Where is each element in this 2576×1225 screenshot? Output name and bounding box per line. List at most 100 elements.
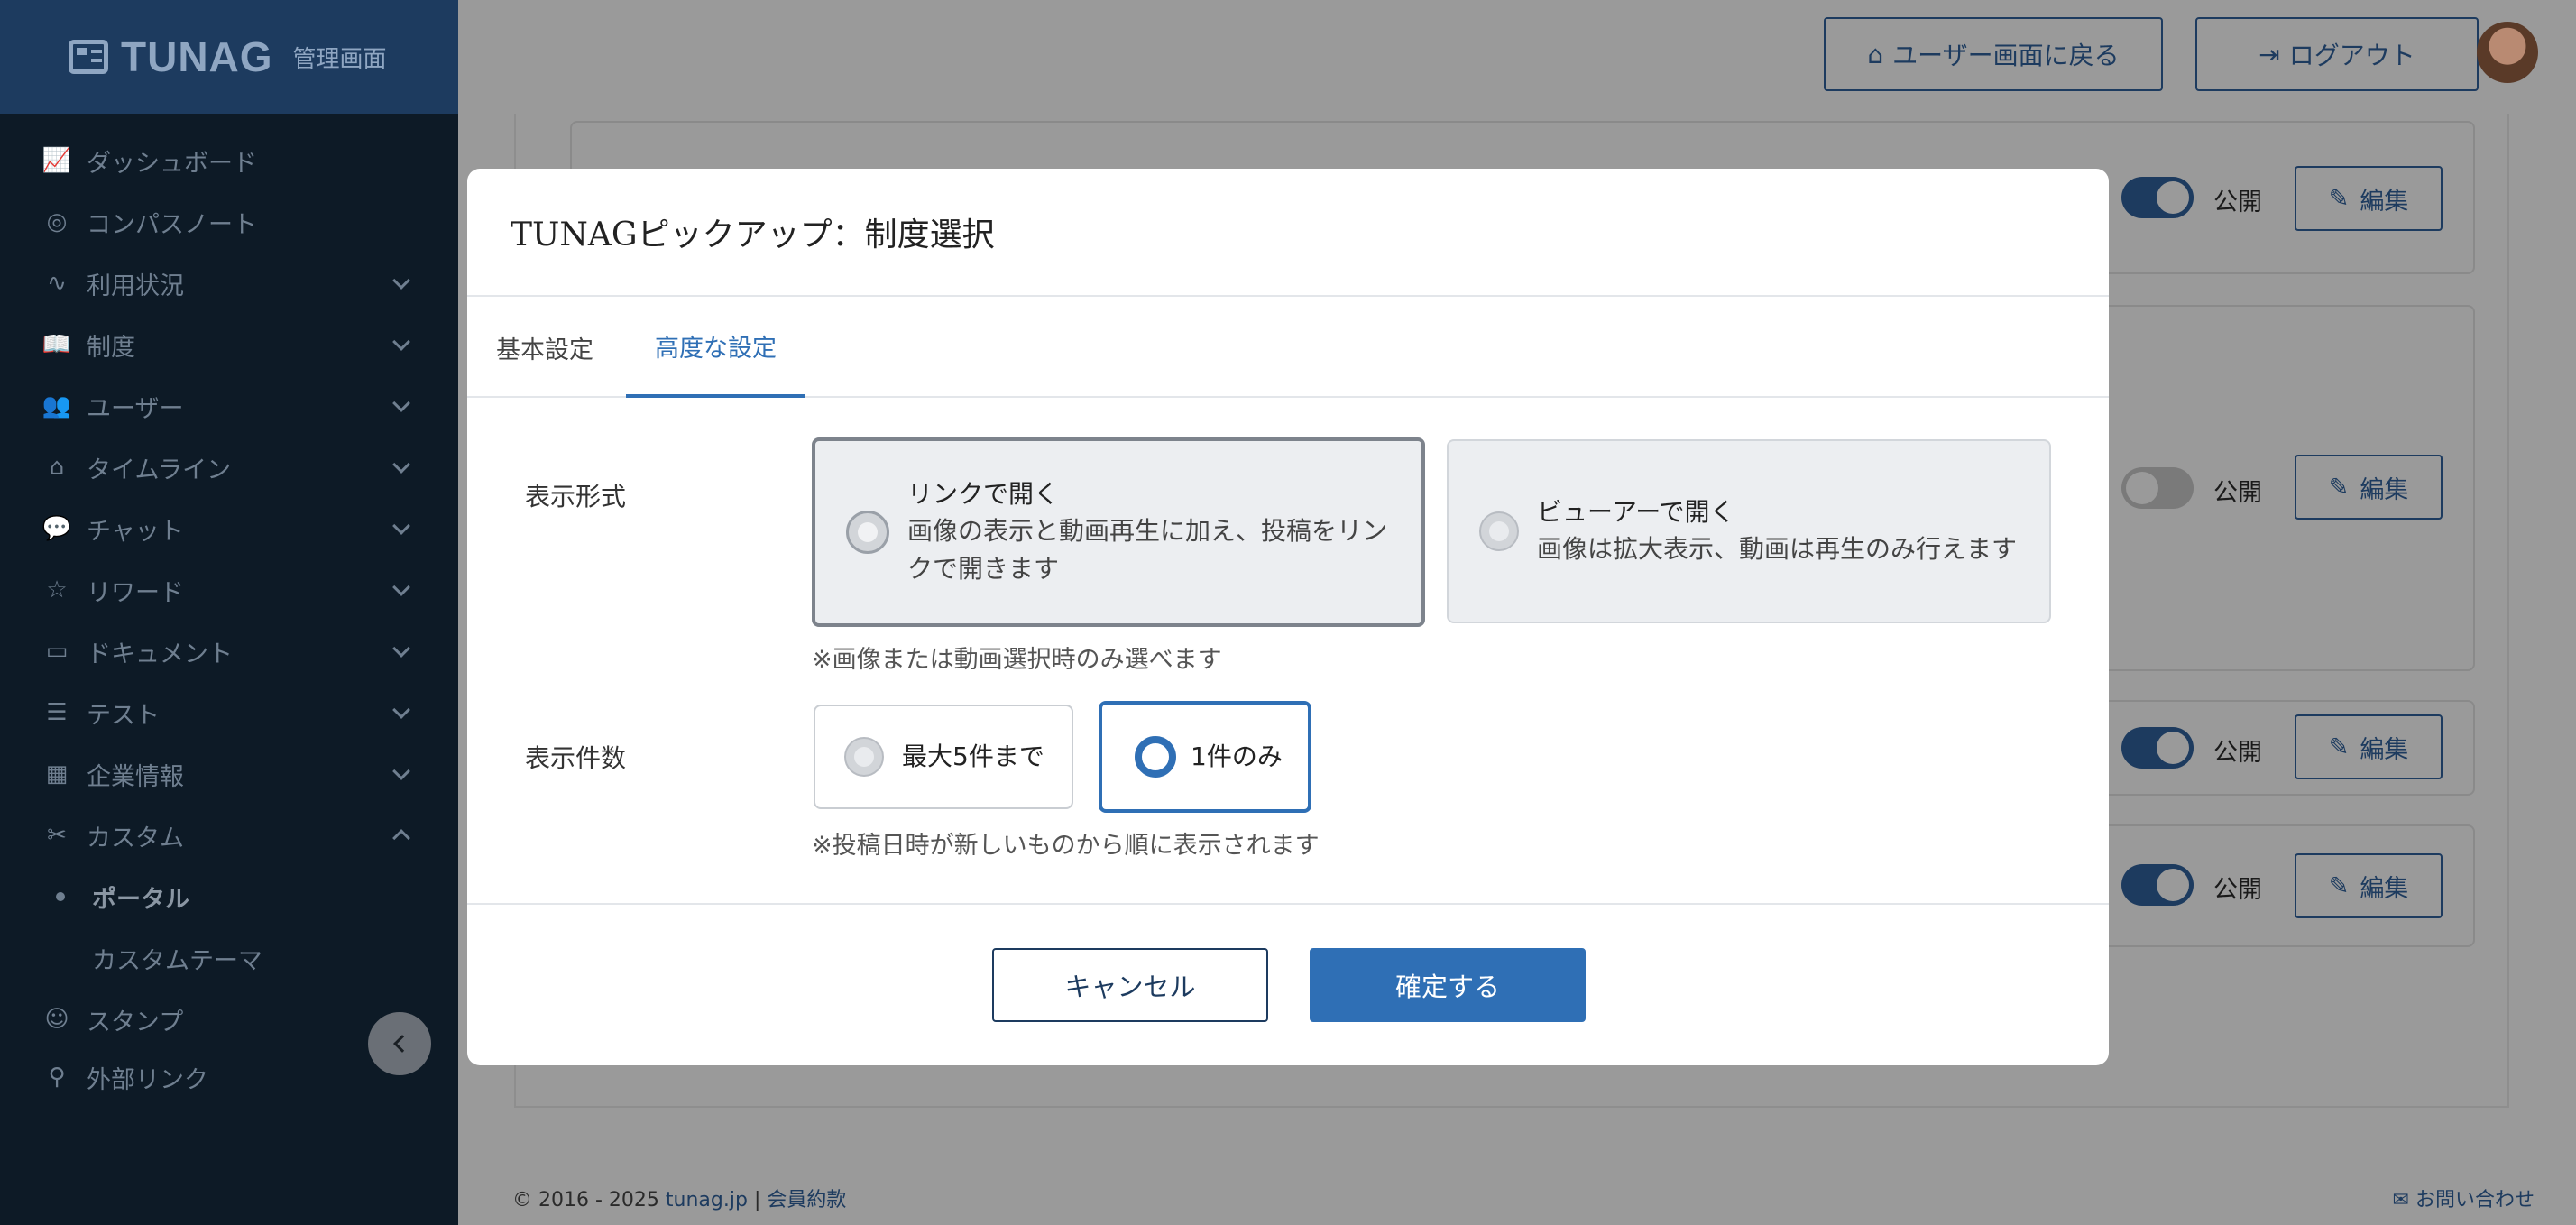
chart-icon: 📈 — [41, 147, 72, 174]
option-max-five[interactable]: 最大5件まで — [814, 705, 1073, 809]
chevron-down-icon — [392, 517, 410, 535]
sidebar-item-users[interactable]: 👥 ユーザー — [0, 375, 458, 437]
sidebar-item-dashboard[interactable]: 📈 ダッシュボード — [0, 130, 458, 191]
sidebar-item-label: リワード — [87, 578, 184, 607]
sidebar: TUNAG 管理画面 📈 ダッシュボード ◎ コンパスノート ∿ 利用状況 📖 … — [0, 0, 458, 1225]
tab-advanced-settings[interactable]: 高度な設定 — [626, 297, 805, 398]
logout-button[interactable]: ⇥ ログアウト — [2195, 17, 2479, 91]
logout-label: ログアウト — [2288, 41, 2415, 70]
display-count-hint: ※投稿日時が新しいものから順に表示されます — [812, 832, 1320, 860]
home-icon: ⌂ — [1867, 39, 1884, 69]
chevron-down-icon — [392, 456, 410, 474]
option-desc: 画像は拡大表示、動画は再生のみ行えます — [1537, 534, 2018, 564]
sidebar-item-usage[interactable]: ∿ 利用状況 — [0, 253, 458, 314]
modal-tabs: 基本設定 高度な設定 — [467, 297, 2109, 398]
star-icon: ☆ — [46, 576, 68, 603]
sidebar-item-chat[interactable]: 💬 チャット — [0, 498, 458, 559]
users-icon: 👥 — [41, 392, 72, 419]
sidebar-item-custom[interactable]: ✂ カスタム — [0, 805, 458, 866]
back-to-user-label: ユーザー画面に戻る — [1892, 41, 2120, 70]
chevron-up-icon — [392, 829, 410, 847]
radio-open-link[interactable] — [846, 511, 889, 554]
modal-title: TUNAGピックアップ：制度選択 — [511, 216, 995, 253]
edit-button[interactable]: ✎ 編集 — [2295, 714, 2443, 779]
modal-body: 表示形式 リンクで開く 画像の表示と動画再生に加え、投稿をリン クで開きます ビ… — [467, 398, 2109, 905]
chevron-down-icon — [392, 762, 410, 780]
chevron-down-icon — [392, 394, 410, 412]
list-icon: ☰ — [46, 699, 68, 726]
public-label: 公開 — [2213, 189, 2262, 216]
sidebar-item-label: タイムライン — [87, 456, 232, 484]
option-texts: リンクで開く 画像の表示と動画再生に加え、投稿をリン クで開きます — [907, 476, 1387, 588]
sidebar-item-timeline[interactable]: ⌂ タイムライン — [0, 437, 458, 498]
modal-dialog: TUNAGピックアップ：制度選択 基本設定 高度な設定 表示形式 リンクで開く … — [467, 169, 2109, 1065]
tab-label: 高度な設定 — [655, 334, 777, 363]
sidebar-item-label: ユーザー — [87, 394, 184, 423]
chevron-down-icon — [392, 578, 410, 596]
sidebar-item-compass[interactable]: ◎ コンパスノート — [0, 191, 458, 253]
option-title: リンクで開く — [907, 479, 1060, 509]
sidebar-subitem-custom-theme[interactable]: カスタムテーマ — [0, 927, 458, 989]
building-icon: ▦ — [45, 760, 69, 788]
sidebar-item-company[interactable]: ▦ 企業情報 — [0, 743, 458, 805]
edit-button[interactable]: ✎ 編集 — [2295, 166, 2443, 231]
tools-icon: ✂ — [47, 822, 67, 849]
book-icon: 📖 — [41, 331, 72, 358]
terms-link[interactable]: 会員約款 — [767, 1189, 846, 1211]
public-toggle[interactable] — [2121, 467, 2194, 509]
radio-max-five[interactable] — [844, 737, 884, 777]
sidebar-subitem-portal[interactable]: ポータル — [0, 866, 458, 927]
edit-icon: ✎ — [2328, 732, 2350, 761]
active-dot — [56, 892, 65, 901]
chevron-down-icon — [392, 272, 410, 290]
copyright: © 2016 - 2025 — [512, 1189, 659, 1211]
edit-label: 編集 — [2360, 874, 2409, 903]
home-icon: ⌂ — [49, 454, 65, 481]
back-to-user-button[interactable]: ⌂ ユーザー画面に戻る — [1824, 17, 2163, 91]
site-link[interactable]: tunag.jp — [666, 1189, 748, 1211]
radio-open-viewer[interactable] — [1479, 511, 1519, 551]
option-title: 1件のみ — [1191, 741, 1283, 771]
display-format-label: 表示形式 — [525, 482, 627, 511]
mail-icon: ✉ — [2392, 1189, 2409, 1211]
edit-button[interactable]: ✎ 編集 — [2295, 853, 2443, 918]
contact-label: お問い合わせ — [2415, 1189, 2535, 1211]
avatar[interactable] — [2477, 22, 2538, 83]
cancel-button[interactable]: キャンセル — [992, 948, 1268, 1022]
sidebar-item-reward[interactable]: ☆ リワード — [0, 559, 458, 621]
footer-separator: | — [753, 1189, 761, 1211]
display-count-label: 表示件数 — [525, 743, 627, 773]
public-toggle[interactable] — [2121, 727, 2194, 769]
sidebar-collapse-button[interactable] — [368, 1012, 431, 1075]
edit-icon: ✎ — [2328, 184, 2350, 213]
sidebar-item-label: 企業情報 — [87, 762, 184, 791]
public-toggle[interactable] — [2121, 864, 2194, 906]
sidebar-nav: 📈 ダッシュボード ◎ コンパスノート ∿ 利用状況 📖 制度 👥 ユーザー ⌂… — [0, 114, 458, 1104]
sidebar-item-system[interactable]: 📖 制度 — [0, 314, 458, 375]
chat-icon: 💬 — [41, 515, 72, 542]
radio-one-only[interactable] — [1135, 736, 1176, 778]
brand-name: TUNAG — [121, 33, 273, 80]
sidebar-item-label: 利用状況 — [87, 272, 184, 300]
option-texts: 1件のみ — [1191, 739, 1283, 775]
public-toggle[interactable] — [2121, 177, 2194, 218]
option-open-viewer[interactable]: ビューアーで開く 画像は拡大表示、動画は再生のみ行えます — [1447, 439, 2051, 623]
sidebar-item-test[interactable]: ☰ テスト — [0, 682, 458, 743]
brand[interactable]: TUNAG 管理画面 — [0, 0, 458, 114]
confirm-button[interactable]: 確定する — [1310, 948, 1586, 1022]
edit-label: 編集 — [2360, 475, 2409, 504]
option-texts: 最大5件まで — [902, 739, 1044, 775]
option-title: ビューアーで開く — [1537, 497, 1735, 527]
logo-icon — [69, 40, 108, 74]
sidebar-item-document[interactable]: ▭ ドキュメント — [0, 621, 458, 682]
contact-link[interactable]: ✉ お問い合わせ — [2393, 1184, 2535, 1212]
modal-header: TUNAGピックアップ：制度選択 — [467, 169, 2109, 297]
tab-basic-settings[interactable]: 基本設定 — [496, 297, 593, 398]
edit-button[interactable]: ✎ 編集 — [2295, 455, 2443, 520]
edit-label: 編集 — [2360, 187, 2409, 216]
activity-icon: ∿ — [47, 270, 67, 297]
option-open-link[interactable]: リンクで開く 画像の表示と動画再生に加え、投稿をリン クで開きます — [812, 438, 1425, 627]
option-desc: クで開きます — [907, 554, 1060, 584]
sidebar-item-label: 外部リンク — [87, 1065, 208, 1094]
option-one-only[interactable]: 1件のみ — [1099, 701, 1311, 813]
